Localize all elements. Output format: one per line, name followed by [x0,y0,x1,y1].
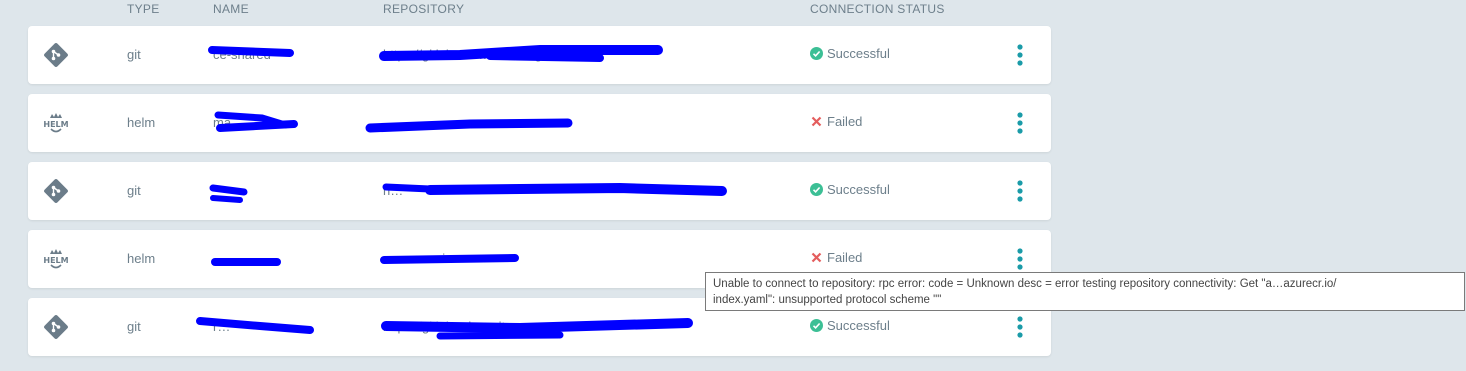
redaction-overlay [196,45,1405,340]
tooltip-line-1: Unable to connect to repository: rpc err… [713,278,1337,290]
error-tooltip: Unable to connect to repository: rpc err… [705,272,1465,311]
tooltip-line-2: index.yaml": unsupported protocol scheme… [713,294,942,306]
